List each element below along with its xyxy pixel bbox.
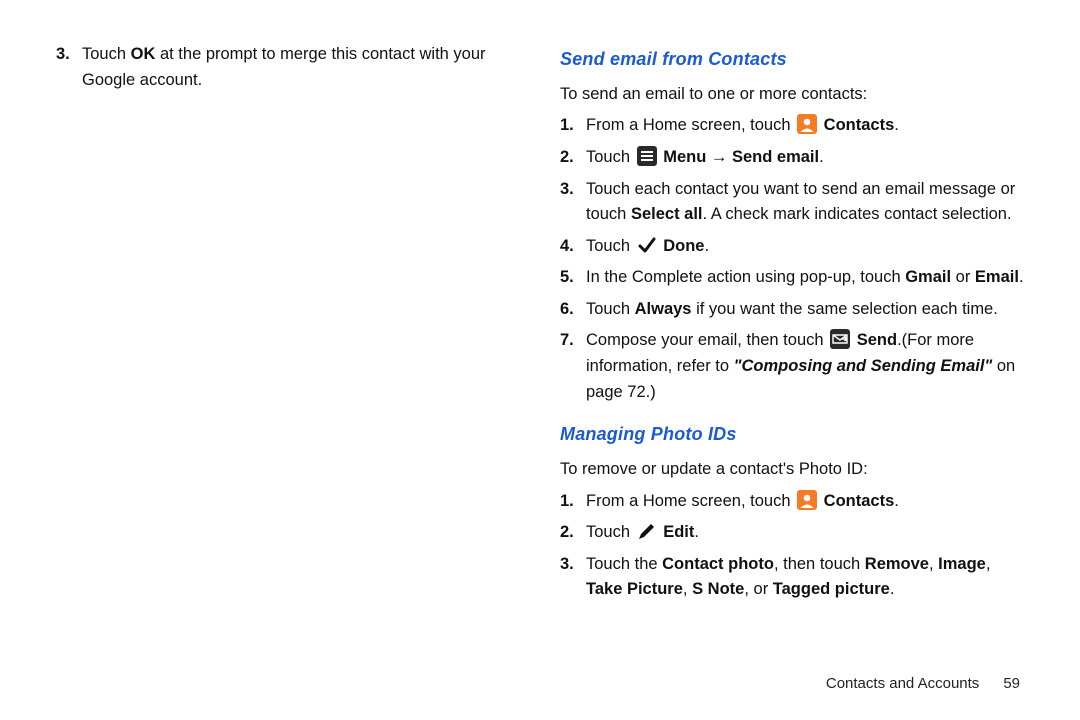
comma-3: , bbox=[683, 580, 692, 598]
step-text: Touch OK at the prompt to merge this con… bbox=[82, 45, 486, 89]
step-number: 2. bbox=[560, 520, 574, 546]
send-label: Send bbox=[857, 331, 897, 349]
edit-label: Edit bbox=[663, 523, 694, 541]
arrow-text: → bbox=[706, 148, 732, 166]
footer-page-number: 59 bbox=[1003, 675, 1020, 692]
take-picture-label: Take Picture bbox=[586, 580, 683, 598]
step-number: 7. bbox=[560, 328, 574, 354]
step-number: 3. bbox=[560, 552, 574, 578]
photo-step-2: 2. Touch Edit. bbox=[560, 520, 1024, 546]
step-pre: Touch the bbox=[586, 555, 662, 573]
email-step-1: 1. From a Home screen, touch Contacts. bbox=[560, 113, 1024, 139]
step-pre: Touch bbox=[586, 237, 635, 255]
ok-label: OK bbox=[131, 45, 156, 63]
step-pre: Touch bbox=[586, 148, 635, 166]
then-text: , then touch bbox=[774, 555, 865, 573]
email-step-7: 7. Compose your email, then touch Send.(… bbox=[560, 328, 1024, 405]
step-pre: From a Home screen, touch bbox=[586, 116, 795, 134]
gmail-label: Gmail bbox=[905, 268, 951, 286]
checkmark-icon bbox=[637, 235, 657, 255]
contacts-label: Contacts bbox=[824, 116, 895, 134]
step-number: 1. bbox=[560, 489, 574, 515]
left-column: 3. Touch OK at the prompt to merge this … bbox=[56, 40, 520, 690]
remove-label: Remove bbox=[865, 555, 929, 573]
photo-step-1: 1. From a Home screen, touch Contacts. bbox=[560, 489, 1024, 515]
contacts-icon bbox=[797, 490, 817, 510]
step-pre: Touch bbox=[82, 45, 131, 63]
edit-icon bbox=[637, 521, 657, 541]
contacts-label: Contacts bbox=[824, 492, 895, 510]
step-number: 1. bbox=[560, 113, 574, 139]
reference-text: "Composing and Sending Email" bbox=[734, 357, 993, 375]
step-post: . bbox=[819, 148, 824, 166]
email-step-6: 6. Touch Always if you want the same sel… bbox=[560, 297, 1024, 323]
right-column: Send email from Contacts To send an emai… bbox=[560, 40, 1024, 690]
footer-chapter: Contacts and Accounts bbox=[826, 675, 979, 692]
step-text: From a Home screen, touch Contacts. bbox=[586, 116, 899, 134]
step-pre: In the Complete action using pop-up, tou… bbox=[586, 268, 905, 286]
tagged-picture-label: Tagged picture bbox=[773, 580, 890, 598]
or-text: , or bbox=[744, 580, 772, 598]
contact-photo-label: Contact photo bbox=[662, 555, 774, 573]
step-pre: Compose your email, then touch bbox=[586, 331, 828, 349]
step-text: Touch Menu → Send email. bbox=[586, 148, 824, 166]
snote-label: S Note bbox=[692, 580, 744, 598]
step-text: Touch Always if you want the same select… bbox=[586, 300, 998, 318]
done-label: Done bbox=[663, 237, 704, 255]
email-step-4: 4. Touch Done. bbox=[560, 234, 1024, 260]
contacts-icon bbox=[797, 114, 817, 134]
email-label: Email bbox=[975, 268, 1019, 286]
always-label: Always bbox=[635, 300, 692, 318]
image-label: Image bbox=[938, 555, 986, 573]
step-text: From a Home screen, touch Contacts. bbox=[586, 492, 899, 510]
email-steps-list: 1. From a Home screen, touch Contacts. 2… bbox=[560, 113, 1024, 405]
email-step-2: 2. Touch Menu → Send email. bbox=[560, 145, 1024, 171]
step-number: 3. bbox=[560, 177, 574, 203]
step-text: Touch Edit. bbox=[586, 523, 699, 541]
step-text: Touch each contact you want to send an e… bbox=[586, 180, 1015, 224]
left-steps-list: 3. Touch OK at the prompt to merge this … bbox=[56, 42, 520, 93]
step-post: . bbox=[1019, 268, 1024, 286]
step-number: 2. bbox=[560, 145, 574, 171]
step-pre: Touch bbox=[586, 300, 635, 318]
step-post: . bbox=[894, 492, 899, 510]
step-text: Touch the Contact photo, then touch Remo… bbox=[586, 555, 990, 599]
left-step-3: 3. Touch OK at the prompt to merge this … bbox=[56, 42, 520, 93]
step-text: Compose your email, then touch Send.(For… bbox=[586, 331, 1015, 400]
send-icon bbox=[830, 329, 850, 349]
section-title-send-email: Send email from Contacts bbox=[560, 46, 1024, 74]
step-number: 3. bbox=[56, 42, 70, 68]
step-post: . bbox=[694, 523, 699, 541]
step-number: 6. bbox=[560, 297, 574, 323]
email-step-3: 3. Touch each contact you want to send a… bbox=[560, 177, 1024, 228]
photo-step-3: 3. Touch the Contact photo, then touch R… bbox=[560, 552, 1024, 603]
comma-2: , bbox=[986, 555, 991, 573]
step-post: . bbox=[894, 116, 899, 134]
step-post: . bbox=[704, 237, 709, 255]
step-post: . A check mark indicates contact selecti… bbox=[703, 205, 1012, 223]
step-text: In the Complete action using pop-up, tou… bbox=[586, 268, 1024, 286]
step-number: 5. bbox=[560, 265, 574, 291]
step-number: 4. bbox=[560, 234, 574, 260]
step-pre: Touch bbox=[586, 523, 635, 541]
page-footer: Contacts and Accounts 59 bbox=[826, 675, 1020, 692]
comma-1: , bbox=[929, 555, 938, 573]
menu-label: Menu bbox=[663, 148, 706, 166]
email-step-5: 5. In the Complete action using pop-up, … bbox=[560, 265, 1024, 291]
step-post: if you want the same selection each time… bbox=[692, 300, 998, 318]
send-email-label: Send email bbox=[732, 148, 819, 166]
select-all-label: Select all bbox=[631, 205, 703, 223]
email-intro: To send an email to one or more contacts… bbox=[560, 82, 1024, 108]
step-post: . bbox=[890, 580, 895, 598]
step-pre: From a Home screen, touch bbox=[586, 492, 795, 510]
photo-intro: To remove or update a contact's Photo ID… bbox=[560, 457, 1024, 483]
menu-icon bbox=[637, 146, 657, 166]
photo-steps-list: 1. From a Home screen, touch Contacts. 2… bbox=[560, 489, 1024, 603]
or-text: or bbox=[951, 268, 975, 286]
section-title-photo-ids: Managing Photo IDs bbox=[560, 421, 1024, 449]
step-text: Touch Done. bbox=[586, 237, 709, 255]
